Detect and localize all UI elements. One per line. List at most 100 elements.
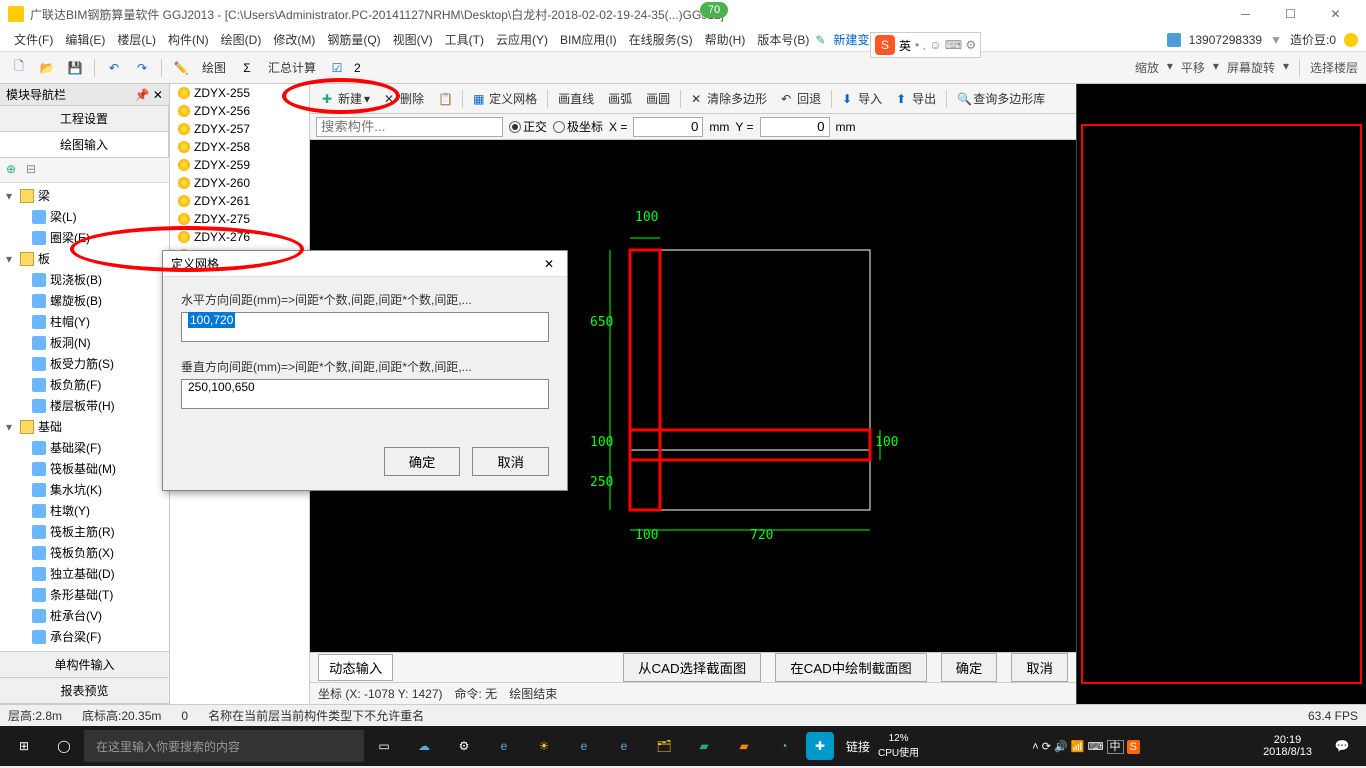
horizontal-input[interactable]: 100,720	[181, 312, 549, 342]
draw-icon[interactable]: ✏️	[170, 57, 192, 79]
tree-item[interactable]: 筏板负筋(X)	[0, 542, 169, 563]
tray-ime[interactable]: 中	[1107, 740, 1124, 754]
taskbar[interactable]: ⊞ ◯ 在这里输入你要搜索的内容 ▭ ☁ ⚙ e ☀ e e 🗂 ▰ ▰ ◔ ✚…	[0, 726, 1366, 766]
component-item[interactable]: ZDYX-259	[170, 156, 309, 174]
new-file-icon[interactable]: 🗋	[8, 57, 30, 79]
cortana-icon[interactable]: ◯	[46, 728, 82, 764]
y-input[interactable]	[760, 117, 830, 137]
tree-item[interactable]: 柱帽(Y)	[0, 311, 169, 332]
tree-item[interactable]: 板受力筋(S)	[0, 353, 169, 374]
tree-item[interactable]: 桩承台(V)	[0, 605, 169, 626]
app-green-icon[interactable]: ▰	[686, 728, 722, 764]
vertical-input[interactable]: 250,100,650	[181, 379, 549, 409]
undo-button[interactable]: ↶回退	[775, 88, 827, 109]
tray-network-icon[interactable]: 📶	[1071, 741, 1085, 753]
app-orange-icon[interactable]: ▰	[726, 728, 762, 764]
tray-sync-icon[interactable]: ⟳	[1042, 741, 1051, 753]
menu-online[interactable]: 在线服务(S)	[623, 31, 699, 48]
menu-help[interactable]: 帮助(H)	[699, 31, 752, 48]
app-2-icon[interactable]: ⚙	[446, 728, 482, 764]
close-button[interactable]: ✕	[1313, 0, 1358, 28]
task-view-icon[interactable]: ▭	[366, 728, 402, 764]
component-item[interactable]: ZDYX-261	[170, 192, 309, 210]
component-item[interactable]: ZDYX-255	[170, 84, 309, 102]
menu-edit[interactable]: 编辑(E)	[59, 31, 111, 48]
ortho-radio[interactable]: 正交	[509, 118, 547, 135]
tab-project-settings[interactable]: 工程设置	[0, 106, 169, 131]
tree-item[interactable]: 螺旋板(B)	[0, 290, 169, 311]
tray-sogou-icon[interactable]: S	[1127, 740, 1140, 754]
link-label[interactable]: 链接	[846, 738, 870, 755]
summary-label[interactable]: 汇总计算	[264, 59, 320, 76]
component-item[interactable]: ZDYX-256	[170, 102, 309, 120]
menu-draw[interactable]: 绘图(D)	[215, 31, 268, 48]
redo-icon[interactable]: ↷	[131, 57, 153, 79]
menu-version[interactable]: 版本号(B)	[751, 31, 815, 48]
draw-label[interactable]: 绘图	[198, 59, 230, 76]
rotate-tool[interactable]: 屏幕旋转	[1227, 59, 1275, 77]
maximize-button[interactable]: ☐	[1268, 0, 1313, 28]
dynamic-input-button[interactable]: 动态输入	[318, 654, 393, 681]
tree-item[interactable]: 集水坑(K)	[0, 479, 169, 500]
menu-view[interactable]: 视图(V)	[387, 31, 439, 48]
clear-polygon-button[interactable]: ✕清除多边形	[685, 88, 773, 109]
tray-sound-icon[interactable]: 🔊	[1054, 741, 1068, 753]
polar-radio[interactable]: 极坐标	[553, 118, 603, 135]
select-floor[interactable]: 选择楼层	[1310, 59, 1358, 77]
query-button[interactable]: 🔍查询多边形库	[951, 88, 1051, 109]
in-cad-button[interactable]: 在CAD中绘制截面图	[775, 653, 926, 682]
tree-item[interactable]: 梁(L)	[0, 206, 169, 227]
tab-single-input[interactable]: 单构件输入	[0, 652, 169, 678]
cancel-button[interactable]: 取消	[1011, 653, 1068, 682]
tree-group[interactable]: ▾基础	[0, 416, 169, 437]
edge-icon[interactable]: e	[486, 728, 522, 764]
user-phone[interactable]: 13907298339	[1189, 33, 1262, 47]
dialog-close-button[interactable]: ✕	[539, 254, 559, 274]
taskbar-clock[interactable]: 20:19 2018/8/13	[1253, 734, 1322, 758]
tree-item[interactable]: 条形基础(T)	[0, 584, 169, 605]
component-item[interactable]: ZDYX-275	[170, 210, 309, 228]
tray-keyboard-icon[interactable]: ⌨	[1088, 741, 1104, 753]
component-item[interactable]: ZDYX-258	[170, 138, 309, 156]
menu-component[interactable]: 构件(N)	[162, 31, 215, 48]
tray-up-icon[interactable]: ˄	[1032, 741, 1038, 753]
tree-group[interactable]: ▾板	[0, 248, 169, 269]
expand-icon[interactable]: ⊕	[6, 162, 22, 178]
import-button[interactable]: ⬇导入	[836, 88, 888, 109]
draw-line-button[interactable]: 画直线	[552, 88, 600, 109]
menu-modify[interactable]: 修改(M)	[267, 31, 321, 48]
menu-bim[interactable]: BIM应用(I)	[554, 31, 623, 48]
tree-item[interactable]: 板洞(N)	[0, 332, 169, 353]
from-cad-button[interactable]: 从CAD选择截面图	[623, 653, 761, 682]
notification-icon[interactable]: 💬	[1324, 728, 1360, 764]
tree-item[interactable]: 筏板主筋(R)	[0, 521, 169, 542]
component-tree[interactable]: ▾梁梁(L)圈梁(E)▾板现浇板(B)螺旋板(B)柱帽(Y)板洞(N)板受力筋(…	[0, 183, 169, 651]
dialog-ok-button[interactable]: 确定	[384, 447, 461, 476]
explorer-icon[interactable]: 🗂	[646, 728, 682, 764]
pin-icon[interactable]: 📌 ✕	[135, 88, 163, 102]
component-item[interactable]: ZDYX-257	[170, 120, 309, 138]
tree-item[interactable]: 独立基础(D)	[0, 563, 169, 584]
app-1-icon[interactable]: ☁	[406, 728, 442, 764]
undo-icon[interactable]: ↶	[103, 57, 125, 79]
menu-file[interactable]: 文件(F)	[8, 31, 59, 48]
menu-rebar[interactable]: 钢筋量(Q)	[321, 31, 386, 48]
tree-item[interactable]: 基础梁(F)	[0, 437, 169, 458]
pan-tool[interactable]: 平移	[1181, 59, 1205, 77]
tab-draw-input[interactable]: 绘图输入	[0, 132, 169, 157]
app-3-icon[interactable]: ☀	[526, 728, 562, 764]
zoom-tool[interactable]: 缩放	[1135, 59, 1159, 77]
minimize-button[interactable]: ─	[1223, 0, 1268, 28]
app-plus-icon[interactable]: ✚	[806, 732, 834, 760]
taskbar-search[interactable]: 在这里输入你要搜索的内容	[84, 730, 364, 762]
export-button[interactable]: ⬆导出	[890, 88, 942, 109]
dialog-cancel-button[interactable]: 取消	[472, 447, 549, 476]
ime-bar[interactable]: S 英 • , ☺ ⌨ ⚙	[870, 32, 981, 58]
x-input[interactable]	[633, 117, 703, 137]
check-icon[interactable]: ☑	[326, 57, 348, 79]
tree-item[interactable]: 板负筋(F)	[0, 374, 169, 395]
tab-report-preview[interactable]: 报表预览	[0, 678, 169, 704]
right-viewport[interactable]	[1076, 84, 1366, 704]
tree-group[interactable]: ▾梁	[0, 185, 169, 206]
delete-button[interactable]: ✕删除	[378, 88, 430, 109]
